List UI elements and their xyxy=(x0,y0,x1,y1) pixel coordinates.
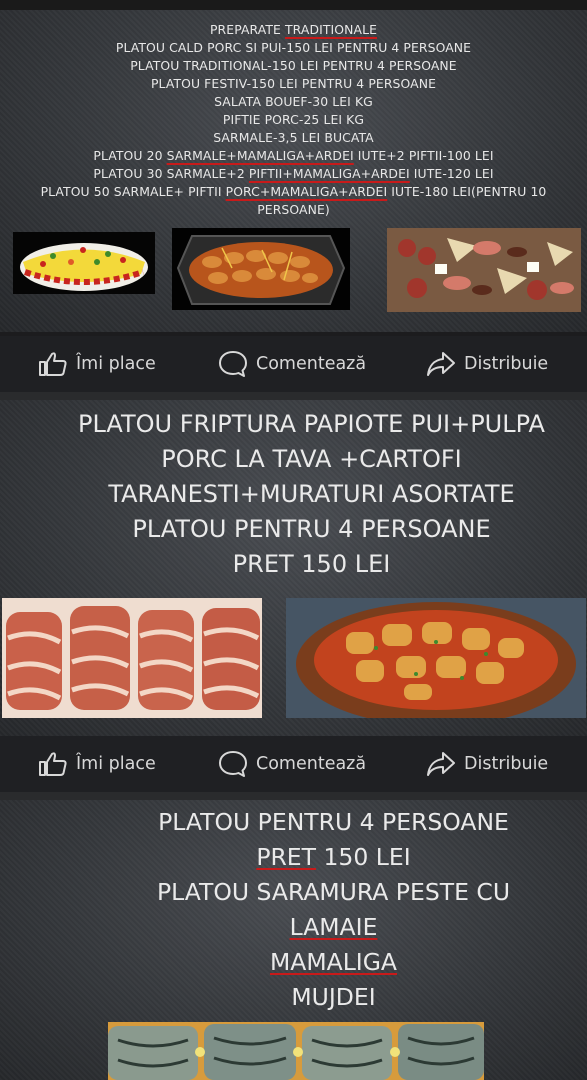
post-text-segment: PLATOU FESTIV-150 LEI PENTRU 4 PERSOANE xyxy=(150,76,437,91)
comment-label: Comentează xyxy=(256,354,367,374)
like-button[interactable]: Îmi place xyxy=(38,751,156,777)
post-fish-platter: PLATOU PENTRU 4 PERSOANE PRET 150 LEI PLAT… xyxy=(0,800,587,1080)
like-label: Îmi place xyxy=(76,354,156,374)
post-text-segment: MUJDEI xyxy=(291,983,376,1011)
like-button[interactable]: Îmi place xyxy=(38,351,156,377)
post-text-line: MAMALIGA xyxy=(40,945,587,980)
post-text-segment: IUTE+2 PIFTII-100 LEI xyxy=(353,148,494,163)
post-text-line: PLATOU TRADITIONAL-150 LEI PENTRU 4 PERS… xyxy=(0,57,587,75)
post-text-segment: SALATA BOUEF-30 LEI KG xyxy=(214,94,373,109)
post-text-line: PLATOU FRIPTURA PAPIOTE PUI+PULPA xyxy=(18,407,587,442)
spellcheck-underlined-word: SARMALE+MAMALIGA+ARDEI xyxy=(166,148,354,163)
post-text-line: PLATOU PENTRU 4 PERSOANE xyxy=(18,512,587,547)
post-image-sarmale-tray[interactable] xyxy=(172,228,350,310)
post-text-line: PLATOU CALD PORC SI PUI-150 LEI PENTRU 4… xyxy=(0,39,587,57)
like-label: Îmi place xyxy=(76,754,156,774)
post-image-cold-cuts-platter[interactable] xyxy=(387,228,581,312)
feed-top-divider xyxy=(0,0,587,10)
post-text-segment: PLATOU 20 xyxy=(93,148,167,163)
post-text-segment: PLATOU PENTRU 4 PERSOANE xyxy=(158,808,509,836)
post-text-line: PORC LA TAVA +CARTOFI xyxy=(18,442,587,477)
post-text-segment: PLATOU 30 SARMALE+2 xyxy=(93,166,249,181)
post-image-salad-platter[interactable] xyxy=(13,232,155,294)
post-text-segment: IUTE-120 LEI xyxy=(409,166,494,181)
share-arrow-icon xyxy=(426,351,456,377)
post-text-segment: IUTE-180 LEI(PENTRU 10 xyxy=(387,184,547,199)
post-text-line: PLATOU 30 SARMALE+2 PIFTII+MAMALIGA+ARDE… xyxy=(0,165,587,183)
spellcheck-underlined-word: MAMALIGA xyxy=(269,948,397,976)
post-text: PLATOU PENTRU 4 PERSOANE PRET 150 LEI PLAT… xyxy=(40,805,587,1015)
post-text-line: PLATOU SARAMURA PESTE CU xyxy=(40,875,587,910)
post-text-segment: PERSOANE) xyxy=(257,202,330,217)
post-text-line: PERSOANE) xyxy=(0,201,587,219)
speech-bubble-icon xyxy=(218,350,248,378)
post-action-bar: Îmi place Comentează Distribuie xyxy=(0,736,587,792)
share-button[interactable]: Distribuie xyxy=(426,351,548,377)
comment-button[interactable]: Comentează xyxy=(218,350,366,378)
post-image-grilled-fish[interactable] xyxy=(108,1022,484,1080)
share-label: Distribuie xyxy=(464,354,549,374)
post-text-line: PLATOU 50 SARMALE+ PIFTII PORC+MAMALIGA+… xyxy=(0,183,587,201)
post-text: PLATOU FRIPTURA PAPIOTE PUI+PULPA PORC LA… xyxy=(18,407,587,582)
spellcheck-underlined-word: PORC+MAMALIGA+ARDEI xyxy=(225,184,388,199)
post-action-bar: Îmi place Comentează Distribuie xyxy=(0,336,587,392)
post-text-segment: PLATOU PENTRU 4 PERSOANE xyxy=(132,515,491,543)
post-text-segment: TARANESTI+MURATURI ASORTATE xyxy=(108,480,515,508)
speech-bubble-icon xyxy=(218,750,248,778)
post-image-potatoes-bowl[interactable] xyxy=(286,598,586,718)
post-text: PREPARATE TRADITIONALE PLATOU CALD PORC S… xyxy=(0,21,587,219)
spellcheck-underlined-word: PIFTII+MAMALIGA+ARDEI xyxy=(248,166,410,181)
post-text-line: LAMAIE xyxy=(40,910,587,945)
post-text-line: PREPARATE TRADITIONALE xyxy=(0,21,587,39)
post-text-segment: PLATOU CALD PORC SI PUI-150 LEI PENTRU 4… xyxy=(115,40,472,55)
thumbs-up-icon xyxy=(38,751,68,777)
post-text-segment: PORC LA TAVA +CARTOFI xyxy=(161,445,462,473)
post-text-line: PRET 150 LEI xyxy=(40,840,587,875)
spellcheck-underlined-word: PRET xyxy=(256,843,317,871)
share-label: Distribuie xyxy=(464,754,549,774)
post-roast-platter: PLATOU FRIPTURA PAPIOTE PUI+PULPA PORC LA… xyxy=(0,400,587,736)
post-image-bacon-rolls[interactable] xyxy=(2,598,262,718)
post-text-segment: PLATOU FRIPTURA PAPIOTE PUI+PULPA xyxy=(78,410,545,438)
spellcheck-underlined-word: LAMAIE xyxy=(289,913,378,941)
post-text-segment: PREPARATE xyxy=(209,22,286,37)
spellcheck-underlined-word: TRADITIONALE xyxy=(285,22,378,37)
post-text-line: PLATOU PENTRU 4 PERSOANE xyxy=(40,805,587,840)
post-text-segment: PLATOU TRADITIONAL-150 LEI PENTRU 4 PERS… xyxy=(130,58,457,73)
post-text-line: TARANESTI+MURATURI ASORTATE xyxy=(18,477,587,512)
comment-label: Comentează xyxy=(256,754,367,774)
post-text-segment: 150 LEI xyxy=(316,843,411,871)
post-text-line: SARMALE-3,5 LEI BUCATA xyxy=(0,129,587,147)
post-divider xyxy=(0,792,587,800)
post-traditional-dishes: PREPARATE TRADITIONALE PLATOU CALD PORC S… xyxy=(0,10,587,332)
post-text-line: PLATOU 20 SARMALE+MAMALIGA+ARDEI IUTE+2 … xyxy=(0,147,587,165)
post-text-line: SALATA BOUEF-30 LEI KG xyxy=(0,93,587,111)
post-text-line: MUJDEI xyxy=(40,980,587,1015)
post-text-segment: PIFTIE PORC-25 LEI KG xyxy=(222,112,365,127)
post-text-segment: PLATOU 50 SARMALE+ PIFTII xyxy=(40,184,226,199)
post-divider xyxy=(0,392,587,400)
comment-button[interactable]: Comentează xyxy=(218,750,366,778)
post-text-line: PIFTIE PORC-25 LEI KG xyxy=(0,111,587,129)
share-button[interactable]: Distribuie xyxy=(426,751,548,777)
share-arrow-icon xyxy=(426,751,456,777)
post-text-line: PRET 150 LEI xyxy=(18,547,587,582)
post-text-segment: PRET 150 LEI xyxy=(232,550,391,578)
post-text-line: PLATOU FESTIV-150 LEI PENTRU 4 PERSOANE xyxy=(0,75,587,93)
thumbs-up-icon xyxy=(38,351,68,377)
post-text-segment: PLATOU SARAMURA PESTE CU xyxy=(156,878,511,906)
post-text-segment: SARMALE-3,5 LEI BUCATA xyxy=(213,130,374,145)
